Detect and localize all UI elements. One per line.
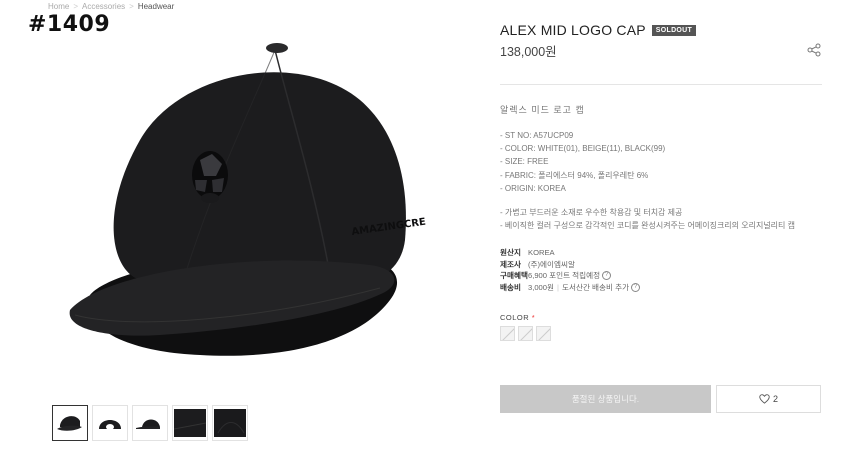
- product-main-image: AMAZINGCRE: [69, 43, 427, 356]
- help-icon[interactable]: ?: [631, 282, 641, 292]
- breadcrumb-home[interactable]: Home: [48, 2, 69, 11]
- breadcrumb-current: Headwear: [137, 2, 175, 11]
- feature-line: - 베이직한 컬러 구성으로 감각적인 코디를 완성시켜주는 어메이징크리의 오…: [500, 221, 795, 230]
- thumbnail-detail-view[interactable]: [172, 405, 208, 441]
- separator: |: [557, 282, 559, 292]
- spec-line: - SIZE: FREE: [500, 157, 549, 167]
- required-mark: *: [531, 313, 536, 322]
- color-swatch-disabled[interactable]: [518, 326, 533, 341]
- color-swatch-disabled[interactable]: [536, 326, 551, 341]
- divider: [500, 84, 822, 85]
- meta-value: KOREA: [528, 248, 555, 257]
- color-swatch-disabled[interactable]: [500, 326, 515, 341]
- thumbnail-strip: [52, 405, 248, 441]
- meta-value: 3,000원: [528, 282, 554, 292]
- heart-icon: [759, 394, 770, 404]
- spec-line: - ORIGIN: KOREA: [500, 183, 566, 193]
- soldout-button[interactable]: 품절된 상품입니다.: [500, 385, 711, 413]
- product-features: - 가볍고 부드러운 소재로 우수한 착용감 및 터치감 제공 - 베이직한 컬…: [500, 206, 795, 232]
- meta-origin-row: 원산지 KOREA: [500, 247, 640, 259]
- color-option-label: COLOR *: [500, 313, 535, 322]
- title-row: ALEX MID LOGO CAP SOLDOUT: [500, 22, 697, 38]
- thumbnail-side-view[interactable]: [132, 405, 168, 441]
- like-button[interactable]: 2: [716, 385, 821, 413]
- meta-value: 도서산간 배송비 추가: [561, 282, 630, 292]
- product-title: ALEX MID LOGO CAP: [500, 22, 646, 38]
- meta-value: (주)에이엠씨알: [528, 259, 575, 269]
- thumbnail-front-view[interactable]: [52, 405, 88, 441]
- spec-line: - COLOR: WHITE(01), BEIGE(11), BLACK(99): [500, 144, 666, 154]
- breadcrumb-separator: >: [73, 2, 79, 11]
- product-specs: - ST NO: A57UCP09 - COLOR: WHITE(01), BE…: [500, 129, 665, 195]
- meta-benefit-row: 구매혜택 6,900 포인트 적립예정 ?: [500, 270, 640, 282]
- status-badge: SOLDOUT: [651, 24, 697, 36]
- meta-label: 구매혜택: [500, 271, 528, 280]
- share-icon[interactable]: [807, 43, 821, 57]
- meta-value: 6,900 포인트 적립예정: [528, 271, 601, 280]
- meta-shipping-row: 배송비 3,000원 | 도서산간 배송비 추가 ?: [500, 282, 641, 294]
- breadcrumb-category[interactable]: Accessories: [82, 2, 125, 11]
- product-price: 138,000원: [500, 45, 557, 59]
- product-meta: 원산지 KOREA 제조사 (주)에이엠씨알 구매혜택 6,900 포인트 적립…: [500, 247, 641, 294]
- spec-line: - FABRIC: 폴리에스터 94%, 폴리우레탄 6%: [500, 170, 649, 180]
- color-swatches: [500, 326, 551, 341]
- thumbnail-top-view[interactable]: [212, 405, 248, 441]
- spec-line: - ST NO: A57UCP09: [500, 131, 574, 140]
- cap-crown: [113, 72, 406, 282]
- meta-label: 배송비: [500, 282, 521, 292]
- breadcrumb: Home > Accessories > Headwear: [48, 2, 174, 11]
- cap-top-button: [266, 43, 288, 53]
- breadcrumb-separator: >: [129, 2, 134, 11]
- product-korean-name: 알렉스 미드 로고 캡: [500, 105, 585, 115]
- like-count: 2: [772, 394, 778, 404]
- color-label-text: COLOR: [500, 313, 530, 322]
- help-icon[interactable]: ?: [602, 271, 612, 281]
- meta-maker-row: 제조사 (주)에이엠씨알: [500, 259, 640, 271]
- meta-label: 원산지: [500, 248, 521, 257]
- feature-line: - 가볍고 부드러운 소재로 우수한 착용감 및 터치감 제공: [500, 208, 683, 217]
- meta-label: 제조사: [500, 259, 521, 269]
- thumbnail-back-view[interactable]: [92, 405, 128, 441]
